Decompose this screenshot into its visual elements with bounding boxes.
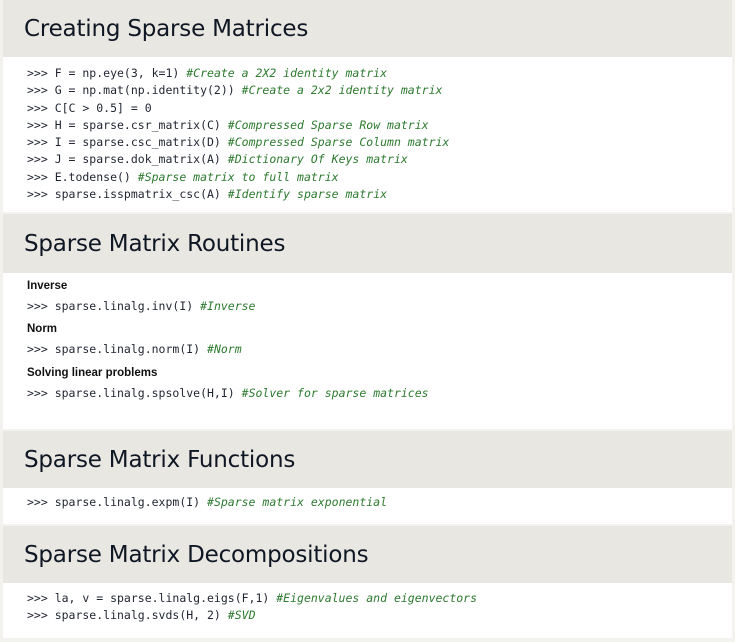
code-block: >>> sparse.linalg.expm(I) #Sparse matrix… [3,488,732,524]
code-text: >>> sparse.linalg.norm(I) [27,342,208,357]
code-line: >>> sparse.linalg.inv(I) #Inverse [27,298,732,315]
code-line: >>> J = sparse.dok_matrix(A) #Dictionary… [27,151,732,168]
code-comment: #SVD [227,608,256,623]
code-block: Inverse >>> sparse.linalg.inv(I) #Invers… [3,273,732,429]
section-sparse-matrix-functions: Sparse Matrix Functions >>> sparse.linal… [3,431,732,524]
code-line: >>> G = np.mat(np.identity(2)) #Create a… [27,82,732,99]
section-sparse-matrix-decompositions: Sparse Matrix Decompositions >>> la, v =… [3,526,732,638]
code-text: >>> sparse.isspmatrix_csc(A) [27,187,228,202]
section-title: Sparse Matrix Decompositions [24,541,369,568]
code-line: >>> C[C > 0.5] = 0 [27,100,732,117]
code-line: >>> sparse.linalg.svds(H, 2) #SVD [27,607,732,624]
code-comment: #Compressed Sparse Row matrix [227,117,429,132]
code-text: >>> la, v = sparse.linalg.eigs(F,1) [27,591,277,605]
code-line: >>> H = sparse.csr_matrix(C) #Compressed… [27,117,732,134]
code-comment: #Dictionary Of Keys matrix [227,152,408,167]
section-creating-sparse-matrices: Creating Sparse Matrices >>> F = np.eye(… [3,0,732,212]
section-header: Sparse Matrix Functions [3,431,732,488]
routine-group-solving: Solving linear problems >>> sparse.linal… [27,365,732,402]
code-comment: #Sparse matrix to full matrix [137,169,339,184]
code-text: >>> I = sparse.csc_matrix(D) [27,135,228,150]
section-header: Sparse Matrix Routines [3,214,732,273]
section-title: Sparse Matrix Functions [24,446,296,473]
code-text: >>> J = sparse.dok_matrix(A) [27,152,228,167]
code-line: >>> sparse.isspmatrix_csc(A) #Identify s… [27,186,732,203]
code-comment: #Create a 2X2 identity matrix [186,66,388,80]
code-block: >>> F = np.eye(3, k=1) #Create a 2X2 ide… [3,57,732,212]
routine-group-norm: Norm >>> sparse.linalg.norm(I) #Norm [27,321,732,358]
subsection-label: Norm [27,323,58,336]
subsection-label: Solving linear problems [27,366,158,379]
code-line: >>> E.todense() #Sparse matrix to full m… [27,169,732,186]
code-text: >>> G = np.mat(np.identity(2)) [27,83,242,98]
code-text: >>> E.todense() [27,169,138,184]
code-text: >>> sparse.linalg.expm(I) [27,495,208,509]
section-title: Sparse Matrix Routines [24,230,286,257]
code-line: >>> sparse.linalg.spsolve(H,I) #Solver f… [27,385,732,402]
code-comment: #Identify sparse matrix [227,187,388,202]
code-comment: #Create a 2x2 identity matrix [241,83,443,98]
code-line: >>> la, v = sparse.linalg.eigs(F,1) #Eig… [27,590,732,607]
code-comment: #Compressed Sparse Column matrix [227,135,450,150]
code-text: >>> F = np.eye(3, k=1) [27,66,187,80]
cheat-sheet-page: Creating Sparse Matrices >>> F = np.eye(… [0,0,735,642]
code-line: >>> sparse.linalg.norm(I) #Norm [27,341,732,358]
code-comment: #Solver for sparse matrices [241,385,429,400]
section-sparse-matrix-routines: Sparse Matrix Routines Inverse >>> spars… [3,214,732,429]
section-title: Creating Sparse Matrices [24,15,309,42]
code-line: >>> sparse.linalg.expm(I) #Sparse matrix… [27,494,732,511]
code-comment: #Eigenvalues and eigenvectors [276,591,478,605]
code-comment: #Norm [207,342,242,357]
code-comment: #Inverse [200,299,256,313]
code-block: >>> la, v = sparse.linalg.eigs(F,1) #Eig… [3,583,732,638]
code-text: >>> sparse.linalg.spsolve(H,I) [27,385,242,400]
subsection-label: Inverse [27,280,68,292]
code-line: >>> F = np.eye(3, k=1) #Create a 2X2 ide… [27,65,732,82]
section-header: Creating Sparse Matrices [3,0,732,57]
routine-group-inverse: Inverse >>> sparse.linalg.inv(I) #Invers… [27,278,732,315]
code-text: >>> sparse.linalg.inv(I) [27,299,201,313]
code-comment: #Sparse matrix exponential [207,495,388,509]
code-text: >>> H = sparse.csr_matrix(C) [27,117,228,132]
code-text: >>> sparse.linalg.svds(H, 2) [27,608,228,623]
code-text: >>> C[C > 0.5] = 0 [27,100,152,115]
code-line: >>> I = sparse.csc_matrix(D) #Compressed… [27,134,732,151]
section-header: Sparse Matrix Decompositions [3,526,732,583]
